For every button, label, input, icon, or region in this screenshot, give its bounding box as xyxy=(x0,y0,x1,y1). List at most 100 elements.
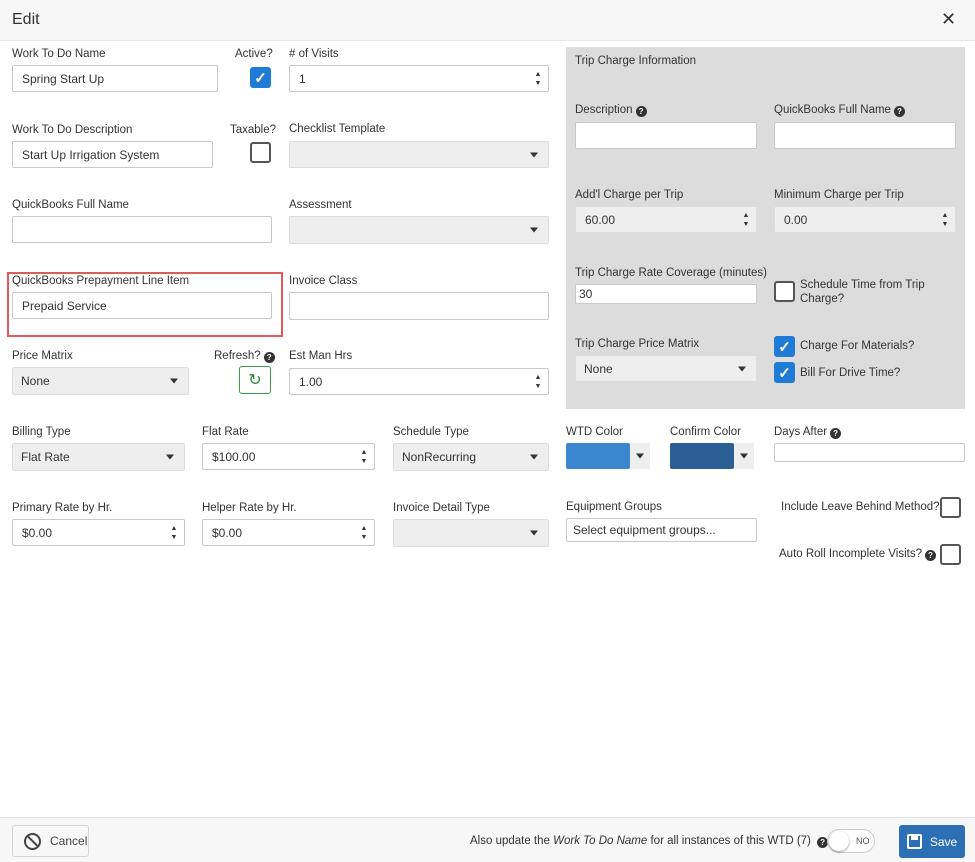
cancel-label: Cancel xyxy=(50,834,88,848)
equipment-groups-label: Equipment Groups xyxy=(566,501,662,513)
chevron-up-icon[interactable]: ▲ xyxy=(743,211,750,220)
bill-drive-checkbox[interactable]: ✓ xyxy=(774,362,795,383)
addl-charge-input[interactable]: 60.00 ▲ ▼ xyxy=(575,206,757,233)
min-charge-value: 0.00 xyxy=(784,212,808,227)
save-button[interactable]: Save xyxy=(899,825,965,858)
question-circle-icon[interactable]: ? xyxy=(263,352,275,363)
refresh-button[interactable]: ↻ xyxy=(239,366,271,394)
qb-full-name-input[interactable] xyxy=(12,216,272,243)
modal-title: Edit xyxy=(12,11,40,28)
price-matrix-label: Price Matrix xyxy=(12,350,73,362)
chevron-up-icon[interactable]: ▲ xyxy=(535,373,542,382)
question-circle-icon[interactable]: ? xyxy=(635,106,647,117)
primary-rate-input[interactable]: $0.00 ▲ ▼ xyxy=(12,519,185,546)
leave-behind-checkbox[interactable] xyxy=(940,497,961,518)
auto-roll-label-text: Auto Roll Incomplete Visits? xyxy=(779,548,922,560)
chevron-up-icon[interactable]: ▲ xyxy=(535,70,542,79)
active-checkbox[interactable]: ✓ xyxy=(250,67,271,88)
days-after-label-text: Days After xyxy=(774,426,828,438)
billing-type-select[interactable]: Flat Rate xyxy=(12,443,185,471)
primary-rate-stepper[interactable]: ▲ ▼ xyxy=(164,520,184,545)
equipment-groups-input[interactable]: Select equipment groups... xyxy=(566,518,757,542)
qb-prepayment-input[interactable]: Prepaid Service xyxy=(12,292,272,319)
wtd-color-label: WTD Color xyxy=(566,426,623,438)
price-matrix-value: None xyxy=(21,374,50,388)
helper-rate-value: $0.00 xyxy=(212,525,243,540)
schedule-type-value: NonRecurring xyxy=(402,450,477,464)
invoice-class-input[interactable] xyxy=(289,292,549,320)
primary-rate-label: Primary Rate by Hr. xyxy=(12,502,113,514)
chevron-down-icon[interactable]: ▼ xyxy=(535,79,542,88)
addl-charge-stepper[interactable]: ▲ ▼ xyxy=(736,207,756,232)
chevron-up-icon[interactable]: ▲ xyxy=(171,524,178,533)
chevron-up-icon[interactable]: ▲ xyxy=(361,448,368,457)
assessment-label: Assessment xyxy=(289,199,352,211)
chevron-up-icon[interactable]: ▲ xyxy=(361,524,368,533)
confirm-color-label: Confirm Color xyxy=(670,426,741,438)
flat-rate-stepper[interactable]: ▲ ▼ xyxy=(354,444,374,469)
taxable-label: Taxable? xyxy=(230,124,277,136)
question-circle-icon[interactable]: ? xyxy=(830,428,842,439)
charge-materials-checkbox[interactable]: ✓ xyxy=(774,336,795,357)
assessment-select[interactable] xyxy=(289,216,549,244)
question-circle-icon[interactable]: ? xyxy=(893,106,905,117)
cancel-button[interactable]: Cancel xyxy=(12,825,89,857)
price-matrix-select[interactable]: None xyxy=(12,367,189,395)
invoice-detail-label: Invoice Detail Type xyxy=(393,502,490,514)
schedule-type-label: Schedule Type xyxy=(393,426,469,438)
modal-header xyxy=(0,0,975,41)
schedule-type-select[interactable]: NonRecurring xyxy=(393,443,549,471)
min-charge-input[interactable]: 0.00 ▲ ▼ xyxy=(774,206,956,233)
confirm-color-dropdown[interactable] xyxy=(734,443,754,469)
est-man-hrs-input[interactable]: 1.00 ▲ ▼ xyxy=(289,368,549,395)
close-icon[interactable]: ✕ xyxy=(941,9,956,30)
wtd-description-input[interactable]: Start Up Irrigation System xyxy=(12,141,213,168)
wtd-color-picker[interactable] xyxy=(566,443,650,469)
visits-input[interactable]: 1 ▲ ▼ xyxy=(289,65,549,92)
visits-stepper[interactable]: ▲ ▼ xyxy=(528,66,548,91)
trip-price-matrix-select[interactable]: None xyxy=(575,355,757,382)
caret-down-icon xyxy=(738,366,746,371)
wtd-description-label: Work To Do Description xyxy=(12,124,133,136)
chevron-down-icon[interactable]: ▼ xyxy=(171,533,178,542)
charge-materials-label: Charge For Materials? xyxy=(800,340,915,352)
toggle-label: NO xyxy=(856,836,870,846)
wtd-color-dropdown[interactable] xyxy=(630,443,650,469)
days-after-input[interactable] xyxy=(774,443,965,462)
wtd-color-swatch xyxy=(566,443,630,469)
invoice-detail-select[interactable] xyxy=(393,519,549,547)
taxable-checkbox[interactable] xyxy=(250,142,271,163)
check-icon: ✓ xyxy=(778,338,791,356)
update-text-pre: Also update the xyxy=(470,835,550,847)
trip-description-label: Description? xyxy=(575,104,647,117)
chevron-down-icon[interactable]: ▼ xyxy=(743,220,750,229)
flat-rate-input[interactable]: $100.00 ▲ ▼ xyxy=(202,443,375,470)
check-icon: ✓ xyxy=(778,364,791,382)
rate-coverage-input[interactable]: 30 xyxy=(575,284,757,304)
update-all-toggle[interactable]: NO xyxy=(827,829,875,853)
auto-roll-checkbox[interactable] xyxy=(940,544,961,565)
chevron-down-icon[interactable]: ▼ xyxy=(361,533,368,542)
question-circle-icon[interactable]: ? xyxy=(924,550,936,561)
trip-description-input[interactable] xyxy=(575,122,757,149)
chevron-down-icon[interactable]: ▼ xyxy=(361,457,368,466)
visits-label: # of Visits xyxy=(289,48,339,60)
schedule-time-checkbox[interactable] xyxy=(774,281,795,302)
est-man-hrs-stepper[interactable]: ▲ ▼ xyxy=(528,369,548,394)
confirm-color-picker[interactable] xyxy=(670,443,754,469)
qb-full-name-label: QuickBooks Full Name xyxy=(12,199,129,211)
min-charge-stepper[interactable]: ▲ ▼ xyxy=(935,207,955,232)
checklist-select[interactable] xyxy=(289,141,549,168)
wtd-name-label: Work To Do Name xyxy=(12,48,106,60)
trip-qb-full-name-input[interactable] xyxy=(774,122,956,149)
helper-rate-stepper[interactable]: ▲ ▼ xyxy=(354,520,374,545)
update-text-post: for all instances of this WTD (7) xyxy=(650,835,811,847)
addl-charge-label: Add'l Charge per Trip xyxy=(575,189,684,201)
chevron-down-icon[interactable]: ▼ xyxy=(535,382,542,391)
wtd-name-input[interactable]: Spring Start Up xyxy=(12,65,218,92)
chevron-down-icon[interactable]: ▼ xyxy=(942,220,949,229)
billing-type-value: Flat Rate xyxy=(21,450,70,464)
chevron-up-icon[interactable]: ▲ xyxy=(942,211,949,220)
leave-behind-label: Include Leave Behind Method? xyxy=(781,501,940,513)
helper-rate-input[interactable]: $0.00 ▲ ▼ xyxy=(202,519,375,546)
